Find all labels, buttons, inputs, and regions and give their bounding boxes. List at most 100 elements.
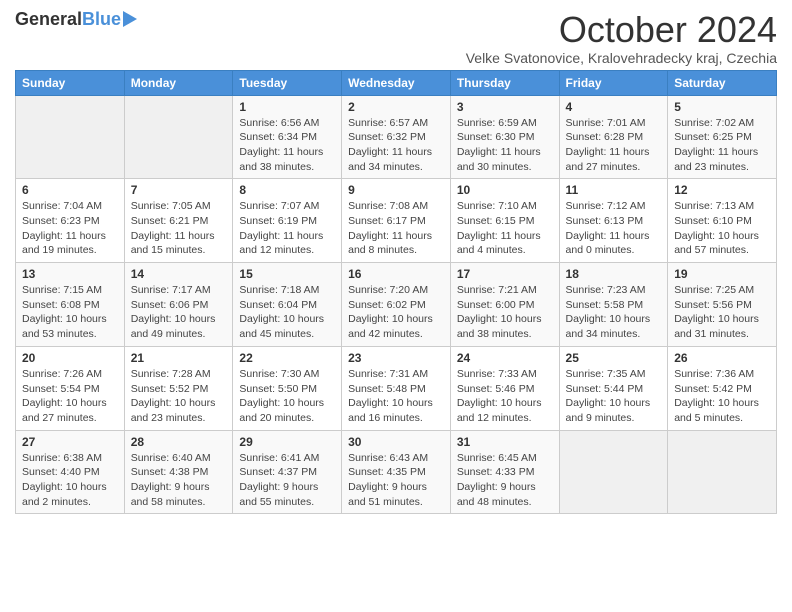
day-info: Sunrise: 7:21 AM Sunset: 6:00 PM Dayligh…	[457, 283, 553, 342]
day-info: Sunrise: 7:28 AM Sunset: 5:52 PM Dayligh…	[131, 367, 227, 426]
day-of-week-header: Sunday	[16, 70, 125, 95]
day-info: Sunrise: 7:10 AM Sunset: 6:15 PM Dayligh…	[457, 199, 553, 258]
calendar-day-cell: 13 Sunrise: 7:15 AM Sunset: 6:08 PM Dayli…	[16, 263, 125, 347]
day-info: Sunrise: 7:18 AM Sunset: 6:04 PM Dayligh…	[239, 283, 335, 342]
calendar-day-cell: 6 Sunrise: 7:04 AM Sunset: 6:23 PM Daylig…	[16, 179, 125, 263]
day-info: Sunrise: 7:20 AM Sunset: 6:02 PM Dayligh…	[348, 283, 444, 342]
calendar-day-cell: 8Sunrise: 7:07 AM Sunset: 6:19 PM Daylig…	[233, 179, 342, 263]
day-number: 6	[22, 183, 118, 197]
day-info: Sunrise: 7:02 AM Sunset: 6:25 PM Dayligh…	[674, 116, 770, 175]
calendar-day-cell: 11 Sunrise: 7:12 AM Sunset: 6:13 PM Dayli…	[559, 179, 668, 263]
day-number: 30	[348, 435, 444, 449]
day-info: Sunrise: 7:05 AM Sunset: 6:21 PM Dayligh…	[131, 199, 227, 258]
day-number: 11	[566, 183, 662, 197]
calendar-week-row: 20Sunrise: 7:26 AM Sunset: 5:54 PM Dayli…	[16, 346, 777, 430]
day-info: Sunrise: 7:33 AM Sunset: 5:46 PM Dayligh…	[457, 367, 553, 426]
calendar-day-cell: 24Sunrise: 7:33 AM Sunset: 5:46 PM Dayli…	[450, 346, 559, 430]
day-info: Sunrise: 6:59 AM Sunset: 6:30 PM Dayligh…	[457, 116, 553, 175]
calendar-day-cell: 7 Sunrise: 7:05 AM Sunset: 6:21 PM Daylig…	[124, 179, 233, 263]
day-number: 27	[22, 435, 118, 449]
calendar-day-cell: 18 Sunrise: 7:23 AM Sunset: 5:58 PM Dayli…	[559, 263, 668, 347]
logo-general-text: General	[15, 10, 82, 28]
day-info: Sunrise: 7:31 AM Sunset: 5:48 PM Dayligh…	[348, 367, 444, 426]
day-info: Sunrise: 6:40 AM Sunset: 4:38 PM Dayligh…	[131, 451, 227, 510]
day-number: 8	[239, 183, 335, 197]
day-of-week-header: Thursday	[450, 70, 559, 95]
day-number: 21	[131, 351, 227, 365]
calendar-day-cell: 29 Sunrise: 6:41 AM Sunset: 4:37 PM Dayli…	[233, 430, 342, 514]
calendar-day-cell: 12 Sunrise: 7:13 AM Sunset: 6:10 PM Dayli…	[668, 179, 777, 263]
day-number: 12	[674, 183, 770, 197]
calendar-day-cell	[16, 95, 125, 179]
page-header: GeneralBlue October 2024 Velke Svatonovi…	[15, 10, 777, 66]
calendar-week-row: 13 Sunrise: 7:15 AM Sunset: 6:08 PM Dayli…	[16, 263, 777, 347]
day-info: Sunrise: 7:36 AM Sunset: 5:42 PM Dayligh…	[674, 367, 770, 426]
logo-arrow-icon	[123, 11, 137, 27]
calendar-day-cell: 17 Sunrise: 7:21 AM Sunset: 6:00 PM Dayli…	[450, 263, 559, 347]
calendar-day-cell: 14 Sunrise: 7:17 AM Sunset: 6:06 PM Dayli…	[124, 263, 233, 347]
calendar-day-cell	[559, 430, 668, 514]
calendar-day-cell: 30 Sunrise: 6:43 AM Sunset: 4:35 PM Dayli…	[342, 430, 451, 514]
day-number: 16	[348, 267, 444, 281]
day-number: 9	[348, 183, 444, 197]
day-number: 13	[22, 267, 118, 281]
day-info: Sunrise: 7:13 AM Sunset: 6:10 PM Dayligh…	[674, 199, 770, 258]
day-number: 4	[566, 100, 662, 114]
day-number: 23	[348, 351, 444, 365]
logo: GeneralBlue	[15, 10, 137, 28]
calendar-day-cell: 21 Sunrise: 7:28 AM Sunset: 5:52 PM Dayli…	[124, 346, 233, 430]
location-text: Velke Svatonovice, Kralovehradecky kraj,…	[466, 50, 777, 66]
day-number: 26	[674, 351, 770, 365]
calendar-day-cell: 9Sunrise: 7:08 AM Sunset: 6:17 PM Daylig…	[342, 179, 451, 263]
day-info: Sunrise: 7:15 AM Sunset: 6:08 PM Dayligh…	[22, 283, 118, 342]
day-number: 1	[239, 100, 335, 114]
day-info: Sunrise: 7:12 AM Sunset: 6:13 PM Dayligh…	[566, 199, 662, 258]
day-info: Sunrise: 7:30 AM Sunset: 5:50 PM Dayligh…	[239, 367, 335, 426]
calendar-day-cell: 23 Sunrise: 7:31 AM Sunset: 5:48 PM Dayli…	[342, 346, 451, 430]
calendar-day-cell: 15Sunrise: 7:18 AM Sunset: 6:04 PM Dayli…	[233, 263, 342, 347]
calendar-day-cell: 19 Sunrise: 7:25 AM Sunset: 5:56 PM Dayli…	[668, 263, 777, 347]
day-number: 22	[239, 351, 335, 365]
calendar-week-row: 1Sunrise: 6:56 AM Sunset: 6:34 PM Daylig…	[16, 95, 777, 179]
day-number: 14	[131, 267, 227, 281]
day-number: 18	[566, 267, 662, 281]
calendar-day-cell: 4 Sunrise: 7:01 AM Sunset: 6:28 PM Daylig…	[559, 95, 668, 179]
calendar-day-cell: 2 Sunrise: 6:57 AM Sunset: 6:32 PM Daylig…	[342, 95, 451, 179]
day-info: Sunrise: 6:57 AM Sunset: 6:32 PM Dayligh…	[348, 116, 444, 175]
calendar-day-cell: 26 Sunrise: 7:36 AM Sunset: 5:42 PM Dayli…	[668, 346, 777, 430]
calendar-day-cell: 5Sunrise: 7:02 AM Sunset: 6:25 PM Daylig…	[668, 95, 777, 179]
day-of-week-header: Friday	[559, 70, 668, 95]
day-number: 19	[674, 267, 770, 281]
calendar-week-row: 6 Sunrise: 7:04 AM Sunset: 6:23 PM Daylig…	[16, 179, 777, 263]
calendar-day-cell: 28 Sunrise: 6:40 AM Sunset: 4:38 PM Dayli…	[124, 430, 233, 514]
day-number: 28	[131, 435, 227, 449]
day-info: Sunrise: 7:17 AM Sunset: 6:06 PM Dayligh…	[131, 283, 227, 342]
day-info: Sunrise: 7:25 AM Sunset: 5:56 PM Dayligh…	[674, 283, 770, 342]
day-number: 31	[457, 435, 553, 449]
day-number: 7	[131, 183, 227, 197]
day-number: 2	[348, 100, 444, 114]
day-number: 29	[239, 435, 335, 449]
title-block: October 2024 Velke Svatonovice, Kraloveh…	[466, 10, 777, 66]
logo-blue-text: Blue	[82, 10, 121, 28]
day-info: Sunrise: 6:38 AM Sunset: 4:40 PM Dayligh…	[22, 451, 118, 510]
day-number: 3	[457, 100, 553, 114]
day-info: Sunrise: 6:43 AM Sunset: 4:35 PM Dayligh…	[348, 451, 444, 510]
day-info: Sunrise: 7:23 AM Sunset: 5:58 PM Dayligh…	[566, 283, 662, 342]
day-number: 17	[457, 267, 553, 281]
day-number: 25	[566, 351, 662, 365]
day-info: Sunrise: 7:35 AM Sunset: 5:44 PM Dayligh…	[566, 367, 662, 426]
day-info: Sunrise: 7:01 AM Sunset: 6:28 PM Dayligh…	[566, 116, 662, 175]
calendar-day-cell: 1Sunrise: 6:56 AM Sunset: 6:34 PM Daylig…	[233, 95, 342, 179]
calendar-day-cell	[124, 95, 233, 179]
calendar-day-cell: 25 Sunrise: 7:35 AM Sunset: 5:44 PM Dayli…	[559, 346, 668, 430]
day-of-week-header: Tuesday	[233, 70, 342, 95]
day-info: Sunrise: 6:41 AM Sunset: 4:37 PM Dayligh…	[239, 451, 335, 510]
day-of-week-header: Monday	[124, 70, 233, 95]
header-row: SundayMondayTuesdayWednesdayThursdayFrid…	[16, 70, 777, 95]
calendar-day-cell: 20Sunrise: 7:26 AM Sunset: 5:54 PM Dayli…	[16, 346, 125, 430]
calendar-day-cell: 10Sunrise: 7:10 AM Sunset: 6:15 PM Dayli…	[450, 179, 559, 263]
calendar-week-row: 27 Sunrise: 6:38 AM Sunset: 4:40 PM Dayli…	[16, 430, 777, 514]
calendar-day-cell: 27 Sunrise: 6:38 AM Sunset: 4:40 PM Dayli…	[16, 430, 125, 514]
day-info: Sunrise: 7:04 AM Sunset: 6:23 PM Dayligh…	[22, 199, 118, 258]
